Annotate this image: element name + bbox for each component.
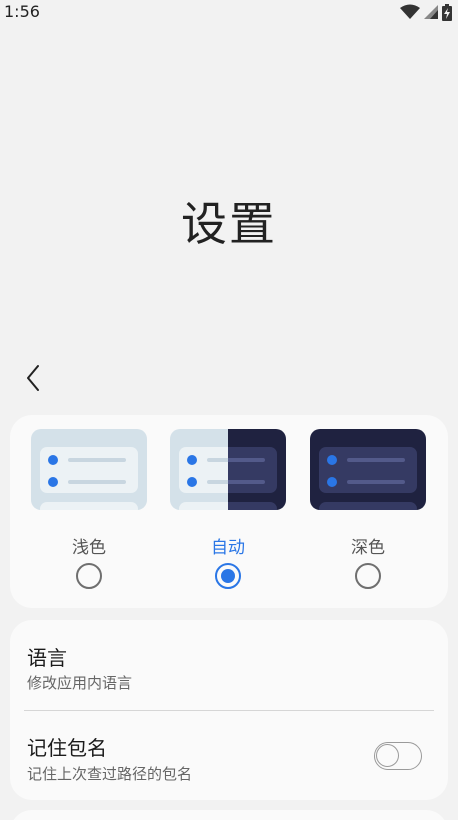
theme-option-light[interactable]: 浅色 xyxy=(31,429,147,599)
setting-title-remember-package: 记住包名 xyxy=(27,736,107,760)
theme-option-auto[interactable]: 自动 xyxy=(170,429,286,599)
wifi-icon xyxy=(400,4,420,19)
back-button[interactable] xyxy=(18,363,48,393)
remember-package-toggle[interactable] xyxy=(374,742,422,770)
settings-list-card: 语言 修改应用内语言 记住包名 记住上次查过路径的包名 xyxy=(10,620,448,800)
page-title: 设置 xyxy=(181,197,277,251)
chevron-left-icon xyxy=(27,365,39,391)
setting-subtitle-language: 修改应用内语言 xyxy=(27,674,133,692)
setting-title-language: 语言 xyxy=(27,646,67,670)
status-icons xyxy=(400,3,452,21)
light-theme-preview xyxy=(31,429,147,510)
battery-icon xyxy=(442,3,452,21)
theme-selector-card: 浅色 自动 深色 xyxy=(10,415,448,608)
status-bar: 1:56 xyxy=(0,0,458,24)
auto-theme-preview xyxy=(170,429,286,510)
setting-subtitle-remember-package: 记住上次查过路径的包名 xyxy=(27,765,193,783)
signal-icon xyxy=(424,5,438,19)
theme-radio-auto[interactable] xyxy=(215,563,241,589)
theme-radio-dark[interactable] xyxy=(355,563,381,589)
setting-item-language[interactable]: 语言 修改应用内语言 xyxy=(10,620,448,710)
dark-theme-preview xyxy=(310,429,426,510)
next-settings-card xyxy=(10,810,448,820)
status-time: 1:56 xyxy=(4,2,40,21)
theme-radio-light[interactable] xyxy=(76,563,102,589)
theme-label-auto: 自动 xyxy=(211,538,245,558)
theme-label-dark: 深色 xyxy=(351,538,385,558)
theme-option-dark[interactable]: 深色 xyxy=(310,429,426,599)
theme-label-light: 浅色 xyxy=(72,538,106,558)
toggle-knob xyxy=(376,744,399,767)
